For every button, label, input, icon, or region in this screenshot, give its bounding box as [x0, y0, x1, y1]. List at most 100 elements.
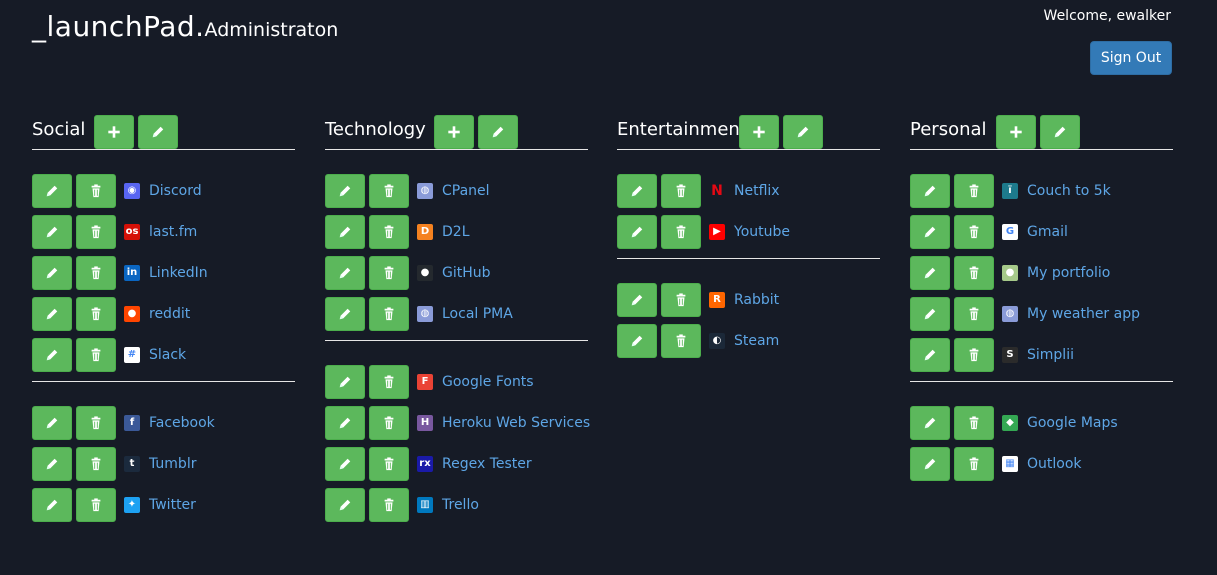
edit-link-button[interactable] [325, 405, 365, 440]
link-tumblr[interactable]: Tumblr [149, 456, 196, 472]
delete-link-button[interactable] [954, 296, 994, 331]
link-heroku-web-services[interactable]: Heroku Web Services [442, 415, 590, 431]
delete-link-button[interactable] [76, 296, 116, 331]
category-header-actions [996, 115, 1080, 149]
link-facebook[interactable]: Facebook [149, 415, 215, 431]
edit-link-button[interactable] [32, 446, 72, 481]
link-linkedin[interactable]: LinkedIn [149, 265, 208, 281]
delete-link-button[interactable] [369, 296, 409, 331]
add-link-button[interactable] [739, 115, 779, 149]
link-discord[interactable]: Discord [149, 183, 202, 199]
sign-out-button[interactable]: Sign Out [1090, 41, 1172, 75]
delete-link-button[interactable] [369, 173, 409, 208]
delete-link-button[interactable] [76, 337, 116, 372]
link-cpanel[interactable]: CPanel [442, 183, 490, 199]
add-link-button[interactable] [996, 115, 1036, 149]
link-gmail[interactable]: Gmail [1027, 224, 1068, 240]
link-reddit[interactable]: reddit [149, 306, 190, 322]
link-steam[interactable]: Steam [734, 333, 779, 349]
edit-link-button[interactable] [32, 405, 72, 440]
link-rabbit[interactable]: Rabbit [734, 292, 779, 308]
edit-link-button[interactable] [32, 173, 72, 208]
delete-link-button[interactable] [369, 214, 409, 249]
edit-link-button[interactable] [910, 214, 950, 249]
edit-link-button[interactable] [617, 214, 657, 249]
category-header: Technology [325, 114, 588, 149]
edit-link-button[interactable] [910, 405, 950, 440]
link-regex-tester[interactable]: Regex Tester [442, 456, 532, 472]
delete-link-button[interactable] [954, 405, 994, 440]
link-row: ◍ Local PMA [325, 293, 588, 334]
delete-link-button[interactable] [76, 214, 116, 249]
link-local-pma[interactable]: Local PMA [442, 306, 513, 322]
link-group: f Facebook t Tumblr ✦ Twitter [32, 382, 295, 531]
link-slack[interactable]: Slack [149, 347, 186, 363]
edit-link-button[interactable] [325, 487, 365, 522]
delete-link-button[interactable] [76, 487, 116, 522]
delete-link-button[interactable] [661, 173, 701, 208]
edit-link-button[interactable] [325, 214, 365, 249]
link-couch-to-5k[interactable]: Couch to 5k [1027, 183, 1111, 199]
link-group: ◆ Google Maps ▦ Outlook [910, 382, 1173, 490]
category-title: Personal [910, 119, 987, 140]
delete-link-button[interactable] [76, 405, 116, 440]
edit-link-button[interactable] [910, 337, 950, 372]
delete-link-button[interactable] [369, 446, 409, 481]
link-simplii[interactable]: Simplii [1027, 347, 1074, 363]
delete-link-button[interactable] [661, 282, 701, 317]
delete-link-button[interactable] [369, 255, 409, 290]
edit-link-button[interactable] [32, 296, 72, 331]
delete-link-button[interactable] [76, 173, 116, 208]
delete-link-button[interactable] [954, 173, 994, 208]
pencil-icon [796, 125, 810, 139]
link-outlook[interactable]: Outlook [1027, 456, 1082, 472]
edit-link-button[interactable] [32, 337, 72, 372]
edit-link-button[interactable] [32, 487, 72, 522]
edit-link-button[interactable] [617, 282, 657, 317]
link-google-maps[interactable]: Google Maps [1027, 415, 1118, 431]
edit-link-button[interactable] [325, 296, 365, 331]
delete-link-button[interactable] [369, 405, 409, 440]
delete-link-button[interactable] [954, 446, 994, 481]
edit-link-button[interactable] [325, 364, 365, 399]
link-trello[interactable]: Trello [442, 497, 479, 513]
edit-link-button[interactable] [617, 173, 657, 208]
link-my-portfolio[interactable]: My portfolio [1027, 265, 1110, 281]
trash-icon [89, 306, 103, 321]
delete-link-button[interactable] [76, 255, 116, 290]
delete-link-button[interactable] [661, 323, 701, 358]
delete-link-button[interactable] [954, 255, 994, 290]
edit-link-button[interactable] [32, 214, 72, 249]
edit-link-button[interactable] [325, 255, 365, 290]
edit-link-button[interactable] [910, 446, 950, 481]
delete-link-button[interactable] [369, 487, 409, 522]
edit-link-button[interactable] [32, 255, 72, 290]
link-d2l[interactable]: D2L [442, 224, 470, 240]
add-link-button[interactable] [434, 115, 474, 149]
add-link-button[interactable] [94, 115, 134, 149]
link-youtube[interactable]: Youtube [734, 224, 790, 240]
link-netflix[interactable]: Netflix [734, 183, 780, 199]
link-row: ● reddit [32, 293, 295, 334]
edit-link-button[interactable] [910, 173, 950, 208]
edit-category-button[interactable] [1040, 115, 1080, 149]
pencil-icon [338, 307, 352, 321]
edit-category-button[interactable] [138, 115, 178, 149]
delete-link-button[interactable] [954, 337, 994, 372]
link-my-weather-app[interactable]: My weather app [1027, 306, 1140, 322]
edit-category-button[interactable] [478, 115, 518, 149]
edit-link-button[interactable] [325, 173, 365, 208]
edit-link-button[interactable] [910, 255, 950, 290]
delete-link-button[interactable] [76, 446, 116, 481]
link-google-fonts[interactable]: Google Fonts [442, 374, 534, 390]
edit-link-button[interactable] [325, 446, 365, 481]
link-last-fm[interactable]: last.fm [149, 224, 197, 240]
link-github[interactable]: GitHub [442, 265, 491, 281]
edit-link-button[interactable] [617, 323, 657, 358]
delete-link-button[interactable] [954, 214, 994, 249]
delete-link-button[interactable] [661, 214, 701, 249]
link-twitter[interactable]: Twitter [149, 497, 196, 513]
delete-link-button[interactable] [369, 364, 409, 399]
edit-link-button[interactable] [910, 296, 950, 331]
edit-category-button[interactable] [783, 115, 823, 149]
